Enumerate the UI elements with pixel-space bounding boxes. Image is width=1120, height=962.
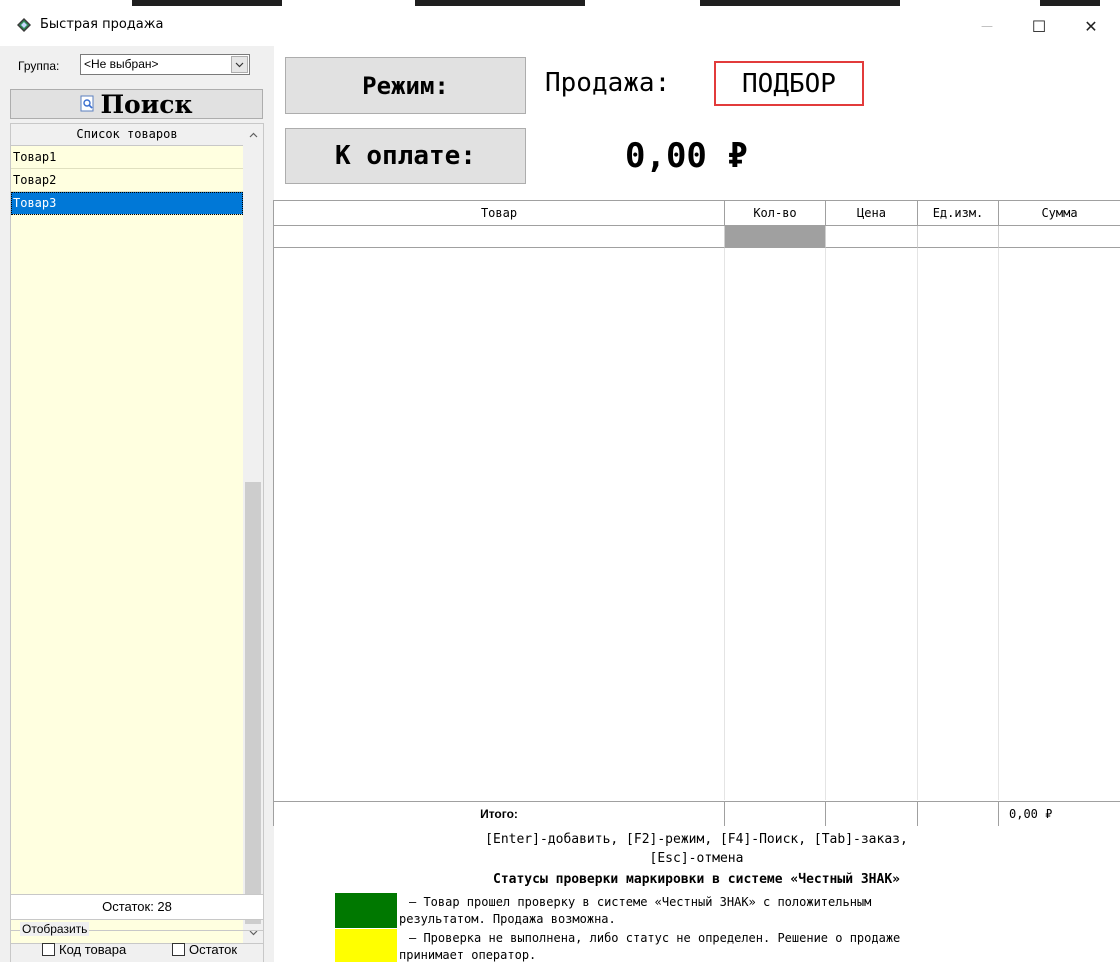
show-code-checkbox[interactable]: Код товара	[42, 942, 126, 957]
keyboard-hints: [Enter]-добавить, [F2]-режим, [F4]-Поиск…	[273, 830, 1120, 868]
table-cell[interactable]	[918, 226, 999, 248]
list-item[interactable]: Товар2	[11, 169, 243, 192]
sale-mode-indicator: ПОДБОР	[714, 61, 864, 106]
product-list[interactable]: Список товаров Товар1 Товар2 Товар3	[10, 123, 264, 944]
list-item[interactable]: Товар3	[11, 192, 243, 215]
left-panel: Группа: <Не выбран> Поиск Список товаров…	[0, 46, 270, 962]
product-list-header: Список товаров	[11, 124, 243, 146]
sale-label: Продажа:	[545, 68, 671, 98]
group-select[interactable]: <Не выбран>	[80, 54, 250, 75]
scroll-up-icon[interactable]	[243, 126, 263, 143]
group-select-value: <Не выбран>	[84, 57, 159, 71]
search-document-icon	[80, 95, 94, 112]
status-yellow-line: – Проверка не выполнена, либо статус не …	[409, 931, 901, 945]
table-cell[interactable]	[274, 226, 725, 248]
column-divider	[825, 248, 826, 800]
status-green-swatch	[335, 893, 397, 928]
status-green-line: – Товар прошел проверку в системе «Честн…	[409, 895, 872, 909]
column-header-sum[interactable]: Сумма	[999, 201, 1120, 226]
sale-table[interactable]: Товар Кол-во Цена Ед.изм. Сумма Итого: 0…	[273, 200, 1120, 826]
search-button[interactable]: Поиск	[10, 89, 263, 119]
column-header-product[interactable]: Товар	[274, 201, 725, 226]
total-cell	[826, 801, 918, 826]
status-green-line: результатом. Продажа возможна.	[399, 912, 616, 926]
total-cell	[725, 801, 826, 826]
minimize-button[interactable]: —	[964, 12, 1010, 40]
status-green-text: – Товар прошел проверку в системе «Честн…	[399, 894, 1099, 928]
checkbox-box[interactable]	[172, 943, 185, 956]
column-divider	[998, 248, 999, 800]
total-sum: 0,00 ₽	[999, 801, 1120, 826]
display-options-legend: Отобразить	[20, 922, 90, 936]
status-yellow-line: принимает оператор.	[399, 948, 537, 962]
table-cell-active[interactable]	[725, 226, 826, 248]
window-title: Быстрая продажа	[40, 17, 164, 32]
status-yellow-text: – Проверка не выполнена, либо статус не …	[399, 930, 1099, 962]
mode-button[interactable]: Режим:	[285, 57, 526, 114]
total-label: Итого:	[274, 801, 725, 826]
close-button[interactable]: ✕	[1068, 12, 1114, 40]
table-cell[interactable]	[999, 226, 1120, 248]
column-divider	[724, 248, 725, 800]
product-list-scrollbar[interactable]	[243, 124, 263, 943]
pay-button[interactable]: К оплате:	[285, 128, 526, 184]
scrollbar-thumb[interactable]	[245, 482, 261, 924]
chevron-down-icon[interactable]	[231, 56, 248, 73]
hint-line: [Esc]-отмена	[649, 851, 744, 866]
title-bar: Быстрая продажа — ☐ ✕	[0, 0, 1120, 46]
column-divider	[917, 248, 918, 800]
show-remain-label: Остаток	[189, 942, 238, 957]
column-header-price[interactable]: Цена	[826, 201, 918, 226]
group-label: Группа:	[18, 59, 60, 73]
amount-due: 0,00 ₽	[625, 136, 748, 176]
app-icon	[17, 18, 31, 32]
background-window-strip	[0, 0, 1120, 6]
column-header-unit[interactable]: Ед.изм.	[918, 201, 999, 226]
total-cell	[918, 801, 999, 826]
column-header-qty[interactable]: Кол-во	[725, 201, 826, 226]
remain-indicator: Остаток: 28	[10, 894, 264, 920]
search-button-label: Поиск	[100, 89, 193, 119]
maximize-button[interactable]: ☐	[1016, 12, 1062, 40]
status-legend-title: Статусы проверки маркировки в системе «Ч…	[493, 872, 900, 887]
show-remain-checkbox[interactable]: Остаток	[172, 942, 237, 957]
hint-line: [Enter]-добавить, [F2]-режим, [F4]-Поиск…	[485, 832, 908, 847]
table-cell[interactable]	[826, 226, 918, 248]
list-item[interactable]: Товар1	[11, 146, 243, 169]
checkbox-box[interactable]	[42, 943, 55, 956]
show-code-label: Код товара	[59, 942, 127, 957]
status-yellow-swatch	[335, 929, 397, 962]
